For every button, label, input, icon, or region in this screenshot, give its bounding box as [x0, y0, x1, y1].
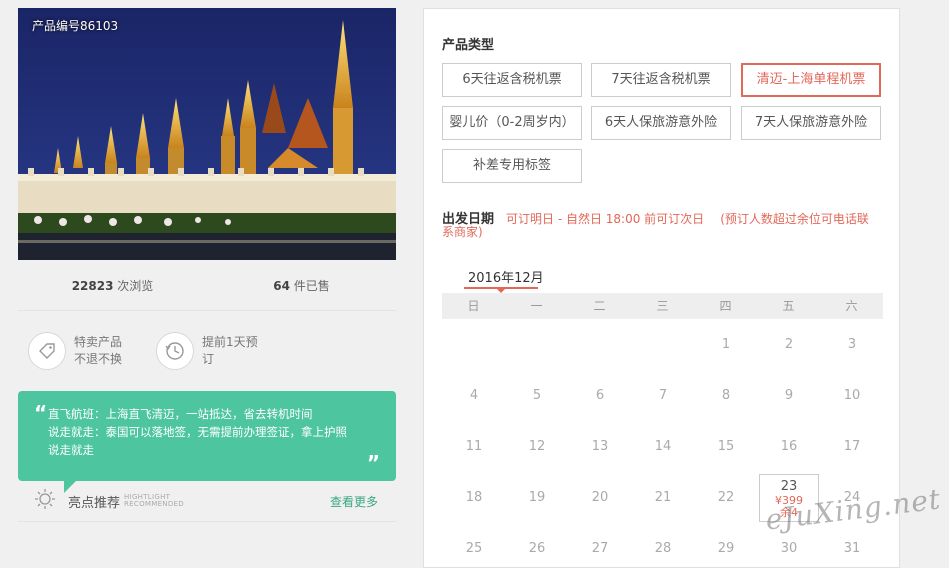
- type-option-selected[interactable]: 清迈-上海单程机票: [741, 63, 881, 97]
- calendar-day: 22: [717, 490, 735, 505]
- feature-line: 特卖产品: [74, 335, 123, 349]
- calendar-day: 10: [843, 388, 861, 403]
- calendar-day: 7: [658, 388, 668, 403]
- calendar-day: 25: [465, 541, 483, 556]
- calendar-day: 5: [532, 388, 542, 403]
- booking-rule: 可订明日 - 自然日 18:00 前可订次日: [506, 212, 705, 226]
- highlight-bar: 亮点推荐 HIGHTLIGHT RECOMMENDED 查看更多: [18, 481, 396, 522]
- calendar-month-tab[interactable]: 2016年12月: [468, 267, 544, 286]
- calendar-day: 15: [717, 439, 735, 454]
- calendar-day: 16: [780, 439, 798, 454]
- feature-list: 特卖产品不退不换 提前1天预订: [18, 311, 396, 391]
- sold-unit: 件已售: [293, 278, 330, 293]
- views-unit: 次浏览: [117, 278, 154, 293]
- calendar-day: 14: [654, 439, 672, 454]
- views-count: 22823: [71, 278, 114, 293]
- weekday-label: 日: [467, 299, 480, 313]
- calendar-day: 20: [591, 490, 609, 505]
- calendar-day: 28: [654, 541, 672, 556]
- calendar-day: 30: [780, 541, 798, 556]
- calendar-day: 8: [721, 388, 731, 403]
- feature-line: 提前1天预: [202, 335, 258, 349]
- weekday-label: 五: [782, 299, 795, 313]
- calendar-day: 29: [717, 541, 735, 556]
- calendar-day: 12: [528, 439, 546, 454]
- type-option[interactable]: 6天人保旅游意外险: [591, 106, 731, 140]
- open-quote-icon: “: [34, 401, 48, 425]
- weekday-label: 一: [530, 299, 543, 313]
- type-option[interactable]: 婴儿价（0-2周岁内）: [442, 106, 582, 140]
- calendar-day: 2: [784, 337, 794, 352]
- type-option[interactable]: 补差专用标签: [442, 149, 582, 183]
- product-photo[interactable]: 产品编号86103: [18, 8, 396, 260]
- weekday-label: 二: [593, 299, 606, 313]
- calendar-day: 9: [784, 388, 794, 403]
- weekday-label: 四: [719, 299, 732, 313]
- calendar-day: 26: [528, 541, 546, 556]
- product-id: 产品编号86103: [32, 19, 119, 33]
- weekday-label: 三: [656, 299, 669, 313]
- clock-icon: [156, 332, 194, 370]
- product-type-title: 产品类型: [442, 38, 495, 53]
- calendar-day: 27: [591, 541, 609, 556]
- month-tab-indicator: [464, 287, 538, 289]
- highlight-title: 亮点推荐: [68, 495, 121, 511]
- weekday-label: 六: [845, 299, 858, 313]
- calendar-day: 13: [591, 439, 609, 454]
- quote-line: 直飞航班：上海直飞清迈，一站抵达，省去转机时间: [48, 407, 313, 421]
- calendar-day: 18: [465, 490, 483, 505]
- type-option[interactable]: 7天往返含税机票: [591, 63, 731, 97]
- type-option[interactable]: 6天往返含税机票: [442, 63, 582, 97]
- calendar-day: 1: [721, 337, 731, 352]
- calendar-day: 31: [843, 541, 861, 556]
- quote-line: 说走就走：泰国可以落地签，无需提前办理签证，拿上护照: [48, 425, 347, 439]
- close-quote-icon: ”: [366, 451, 380, 475]
- product-stats: 22823 次浏览 64 件已售: [18, 260, 396, 311]
- feature-line: 订: [202, 352, 215, 366]
- feature-special-sale: 特卖产品 不退不换: [28, 332, 138, 370]
- type-option[interactable]: 7天人保旅游意外险: [741, 106, 881, 140]
- calendar-day: 3: [847, 337, 857, 352]
- highlight-en-label: HIGHTLIGHT RECOMMENDED: [124, 494, 184, 508]
- booking-panel: 产品类型 6天往返含税机票 7天往返含税机票 清迈-上海单程机票 婴儿价（0-2…: [423, 8, 900, 568]
- sold-stat: 64 件已售: [207, 277, 396, 294]
- highlight-en-line: RECOMMENDED: [124, 500, 184, 508]
- sold-count: 64: [273, 278, 290, 293]
- calendar-day-number: 23: [780, 479, 798, 494]
- tag-icon: [28, 332, 66, 370]
- calendar-day: 4: [469, 388, 479, 403]
- calendar-day: 11: [465, 439, 483, 454]
- calendar-day: 6: [595, 388, 605, 403]
- feature-advance-booking: 提前1天预订: [156, 332, 266, 370]
- calendar-day: 17: [843, 439, 861, 454]
- calendar-weekday-header: 日 一 二 三 四 五 六: [442, 293, 883, 319]
- temple-image: [18, 8, 396, 260]
- calendar-day: 19: [528, 490, 546, 505]
- highlight-quote-box: “ 直飞航班：上海直飞清迈，一站抵达，省去转机时间 说走就走：泰国可以落地签，无…: [18, 391, 396, 493]
- feature-line: 不退不换: [74, 352, 123, 366]
- departure-info: 出发日期 可订明日 - 自然日 18:00 前可订次日 (预订人数超过余位可电话联系…: [442, 213, 878, 239]
- quote-line: 说走就走: [48, 443, 94, 457]
- calendar-day: 21: [654, 490, 672, 505]
- sun-icon: [34, 488, 56, 514]
- product-left-column: 产品编号86103 22823 次浏览 64 件已售 特卖产品不退不换 提前1天…: [18, 8, 396, 522]
- views-stat: 22823 次浏览: [18, 277, 207, 294]
- view-more-link[interactable]: 查看更多: [330, 493, 378, 510]
